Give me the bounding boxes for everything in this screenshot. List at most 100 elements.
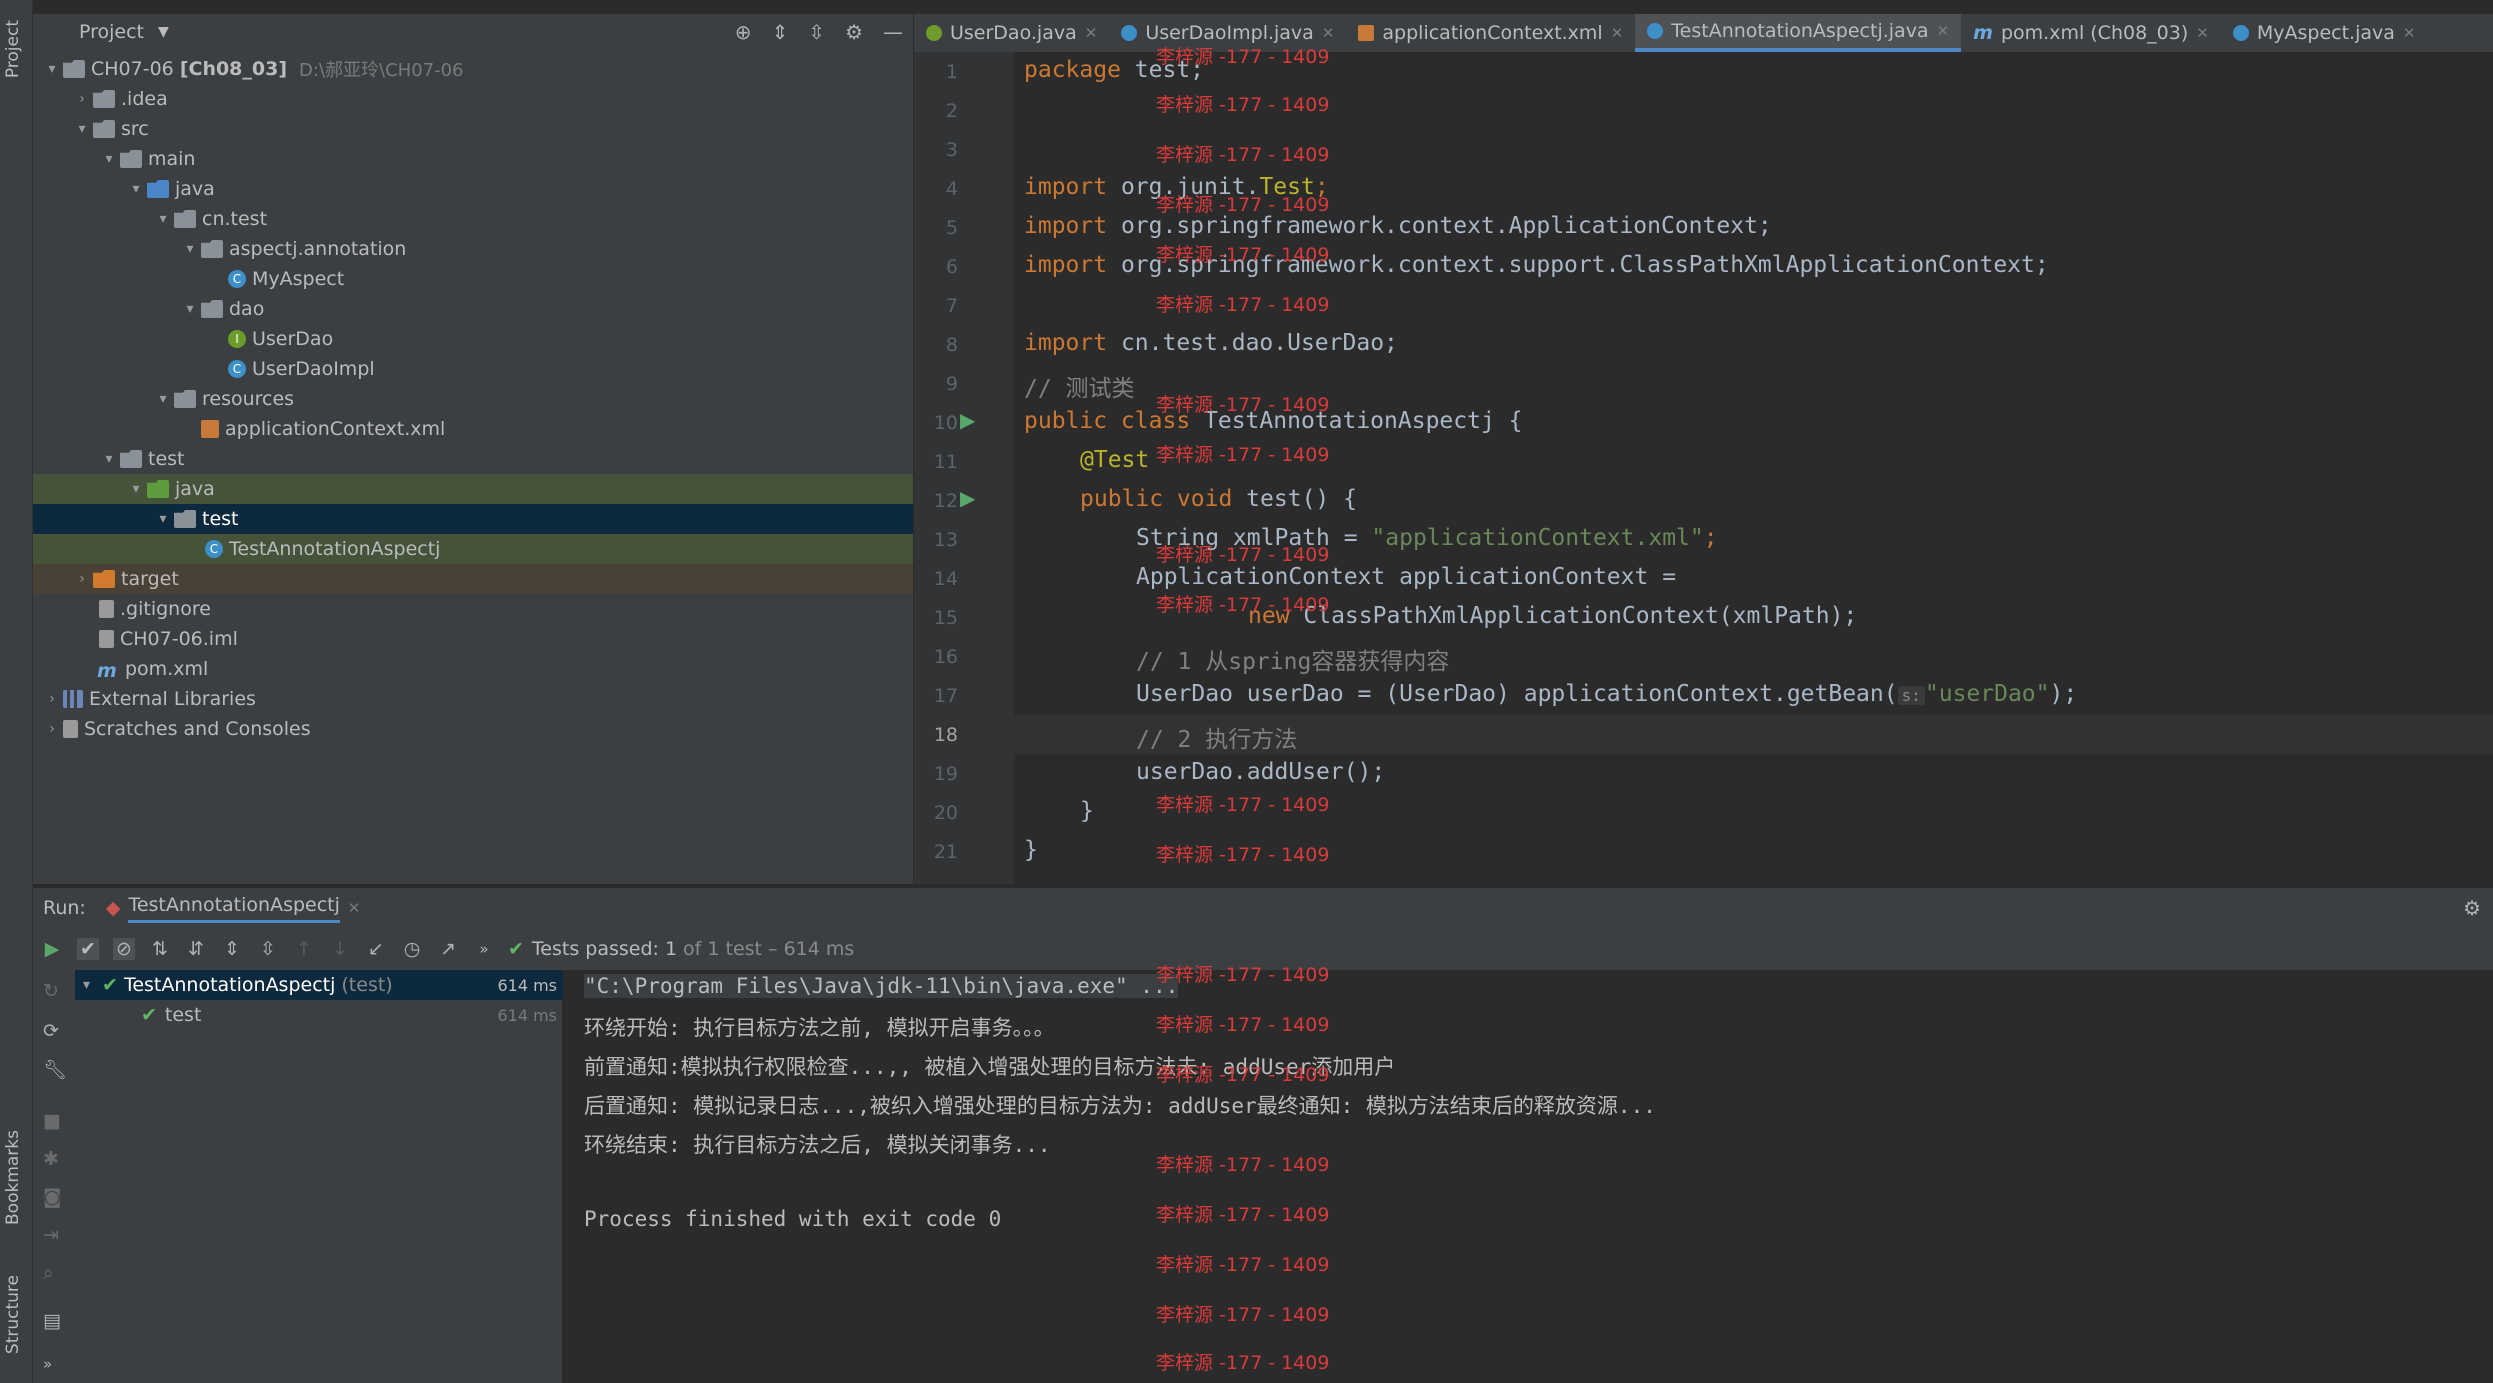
tree-item-userdaoimpl[interactable]: C UserDaoImpl [33, 354, 913, 384]
tree-item-idea[interactable]: › .idea [33, 84, 913, 114]
tree-item-target[interactable]: › target [33, 564, 913, 594]
project-panel-title[interactable]: Project [79, 21, 144, 43]
close-icon[interactable]: ✕ [1085, 24, 1098, 42]
structure-tool-tab[interactable]: Structure [3, 1275, 23, 1354]
chevron-down-icon[interactable]: ▼ [158, 24, 169, 40]
chevron-down-icon[interactable]: ▾ [125, 481, 147, 497]
chevron-down-icon[interactable]: ▾ [83, 977, 90, 993]
tree-item-applicationcontext-xml[interactable]: applicationContext.xml [33, 414, 913, 444]
tab-myaspect-java[interactable]: MyAspect.java ✕ [2221, 14, 2428, 52]
console-line-command[interactable]: "C:\Program Files\Java\jdk-11\bin\java.e… [584, 974, 1179, 998]
stop-icon[interactable]: ■ [43, 1110, 61, 1132]
console-output[interactable]: "C:\Program Files\Java\jdk-11\bin\java.e… [564, 964, 2493, 1383]
test-tree-root-row[interactable]: ▾ ✔ TestAnnotationAspectj (test) 614 ms [75, 970, 563, 1000]
more-icon[interactable]: » [473, 938, 495, 960]
rerun-icon[interactable]: ▶ [41, 938, 63, 960]
chevron-down-icon[interactable]: ▾ [71, 121, 93, 137]
toggle-auto-test-icon[interactable]: ⟳ [43, 1020, 59, 1042]
tab-pom-xml[interactable]: m pom.xml (Ch08_03) ✕ [1961, 14, 2221, 52]
code-line-20: } [1080, 798, 1094, 824]
more-icon[interactable]: » [43, 1355, 52, 1373]
close-icon[interactable]: ✕ [1937, 22, 1950, 40]
layout-icon[interactable]: ▤ [43, 1310, 61, 1332]
code-line-18: // 2 执行方法 [1136, 727, 1298, 753]
gear-icon[interactable]: ⚙ [2463, 896, 2481, 920]
tab-testannotationaspectj-java[interactable]: TestAnnotationAspectj.java ✕ [1635, 14, 1962, 52]
watermark-text: 李梓源 -177 - 1409 [1156, 194, 1330, 216]
collapse-all-icon[interactable]: ⇳ [257, 938, 279, 960]
tree-item-userdao[interactable]: I UserDao [33, 324, 913, 354]
bookmarks-tool-tab[interactable]: Bookmarks [3, 1130, 23, 1225]
chevron-down-icon[interactable]: ▾ [41, 61, 63, 77]
tree-item-test-package[interactable]: ▾ test [33, 504, 913, 534]
chevron-down-icon[interactable]: ▾ [152, 211, 174, 227]
tree-item-scratches[interactable]: › Scratches and Consoles [33, 714, 913, 744]
tree-item-main-java[interactable]: ▾ java [33, 174, 913, 204]
tree-item-cn-test[interactable]: ▾ cn.test [33, 204, 913, 234]
chevron-down-icon[interactable]: ▾ [152, 391, 174, 407]
chevron-down-icon[interactable]: ▾ [179, 301, 201, 317]
chevron-right-icon[interactable]: › [41, 691, 63, 707]
tree-item-pom-xml[interactable]: m pom.xml [33, 654, 913, 684]
tree-item-gitignore[interactable]: .gitignore [33, 594, 913, 624]
expand-all-icon[interactable]: ⇕ [772, 20, 789, 44]
tree-item-main[interactable]: ▾ main [33, 144, 913, 174]
locate-icon[interactable]: ⊕ [735, 20, 752, 44]
tree-item-label: Scratches and Consoles [84, 718, 311, 740]
code-text: test() { [1232, 486, 1357, 512]
close-icon[interactable]: ✕ [2196, 24, 2209, 42]
camera-icon[interactable]: ◙ [43, 1186, 61, 1208]
chevron-right-icon[interactable]: › [71, 91, 93, 107]
chevron-down-icon[interactable]: ▾ [125, 181, 147, 197]
tree-root-ch07-06[interactable]: ▾ CH07-06 [Ch08_03] D:\郝亚玲\CH07-06 [33, 54, 913, 84]
rerun-failed-icon[interactable]: ↻ [43, 980, 59, 1002]
close-icon[interactable]: ✕ [1611, 24, 1624, 42]
tab-userdao-java[interactable]: UserDao.java ✕ [914, 14, 1109, 52]
tree-item-test-java[interactable]: ▾ java [33, 474, 913, 504]
chevron-right-icon[interactable]: › [41, 721, 63, 737]
tree-item-testannotationaspectj[interactable]: C TestAnnotationAspectj [33, 534, 913, 564]
chevron-down-icon[interactable]: ▾ [98, 451, 120, 467]
tree-item-resources[interactable]: ▾ resources [33, 384, 913, 414]
show-passed-icon[interactable]: ✔ [77, 938, 99, 960]
tree-item-dao[interactable]: ▾ dao [33, 294, 913, 324]
tree-item-iml[interactable]: CH07-06.iml [33, 624, 913, 654]
tree-item-external-libraries[interactable]: › External Libraries [33, 684, 913, 714]
test-tree-child-row[interactable]: ✔ test 614 ms [75, 1000, 563, 1030]
export-icon[interactable]: ↗ [437, 938, 459, 960]
gear-icon[interactable]: ⚙ [845, 20, 863, 44]
tree-item-src[interactable]: ▾ src [33, 114, 913, 144]
tree-item-test[interactable]: ▾ test [33, 444, 913, 474]
run-test-icon[interactable]: ▶ [960, 486, 975, 510]
tree-item-myaspect[interactable]: C MyAspect [33, 264, 913, 294]
close-icon[interactable]: ✕ [348, 899, 361, 917]
line-number: 11 [933, 451, 958, 473]
chevron-right-icon[interactable]: › [71, 571, 93, 587]
import-tests-icon[interactable]: ↙ [365, 938, 387, 960]
sort-duration-icon[interactable]: ⇵ [185, 938, 207, 960]
chevron-down-icon[interactable]: ▾ [179, 241, 201, 257]
arrow-down-icon[interactable]: ↓ [329, 938, 351, 960]
history-icon[interactable]: ◷ [401, 938, 423, 960]
minimize-icon[interactable]: — [883, 20, 903, 44]
chevron-down-icon[interactable]: ▾ [152, 511, 174, 527]
tab-applicationcontext-xml[interactable]: applicationContext.xml ✕ [1346, 14, 1635, 52]
watermark-text: 李梓源 -177 - 1409 [1156, 1154, 1330, 1176]
chevron-down-icon[interactable]: ▾ [98, 151, 120, 167]
project-tool-tab[interactable]: Project [3, 20, 23, 78]
collapse-all-icon[interactable]: ⇳ [808, 20, 825, 44]
sort-alpha-icon[interactable]: ⇅ [149, 938, 171, 960]
close-icon[interactable]: ✕ [1322, 24, 1335, 42]
close-icon[interactable]: ✕ [2403, 24, 2416, 42]
search-icon[interactable]: ⌕ [43, 1262, 54, 1284]
wrench-icon[interactable]: 🔧︎ [43, 1058, 67, 1081]
run-config-tab[interactable]: TestAnnotationAspectj [128, 894, 340, 923]
tree-item-aspectj-annotation[interactable]: ▾ aspectj.annotation [33, 234, 913, 264]
debug-icon[interactable]: ✱ [43, 1148, 59, 1170]
expand-all-icon[interactable]: ⇕ [221, 938, 243, 960]
run-test-icon[interactable]: ▶ [960, 408, 975, 432]
arrow-up-icon[interactable]: ↑ [293, 938, 315, 960]
exit-icon[interactable]: ⇥ [43, 1224, 59, 1246]
show-ignored-icon[interactable]: ⊘ [113, 938, 135, 960]
code-editor[interactable]: 1 2 3 4 5 6 7 8 9 10 11 12 13 14 15 16 1… [914, 46, 2493, 884]
